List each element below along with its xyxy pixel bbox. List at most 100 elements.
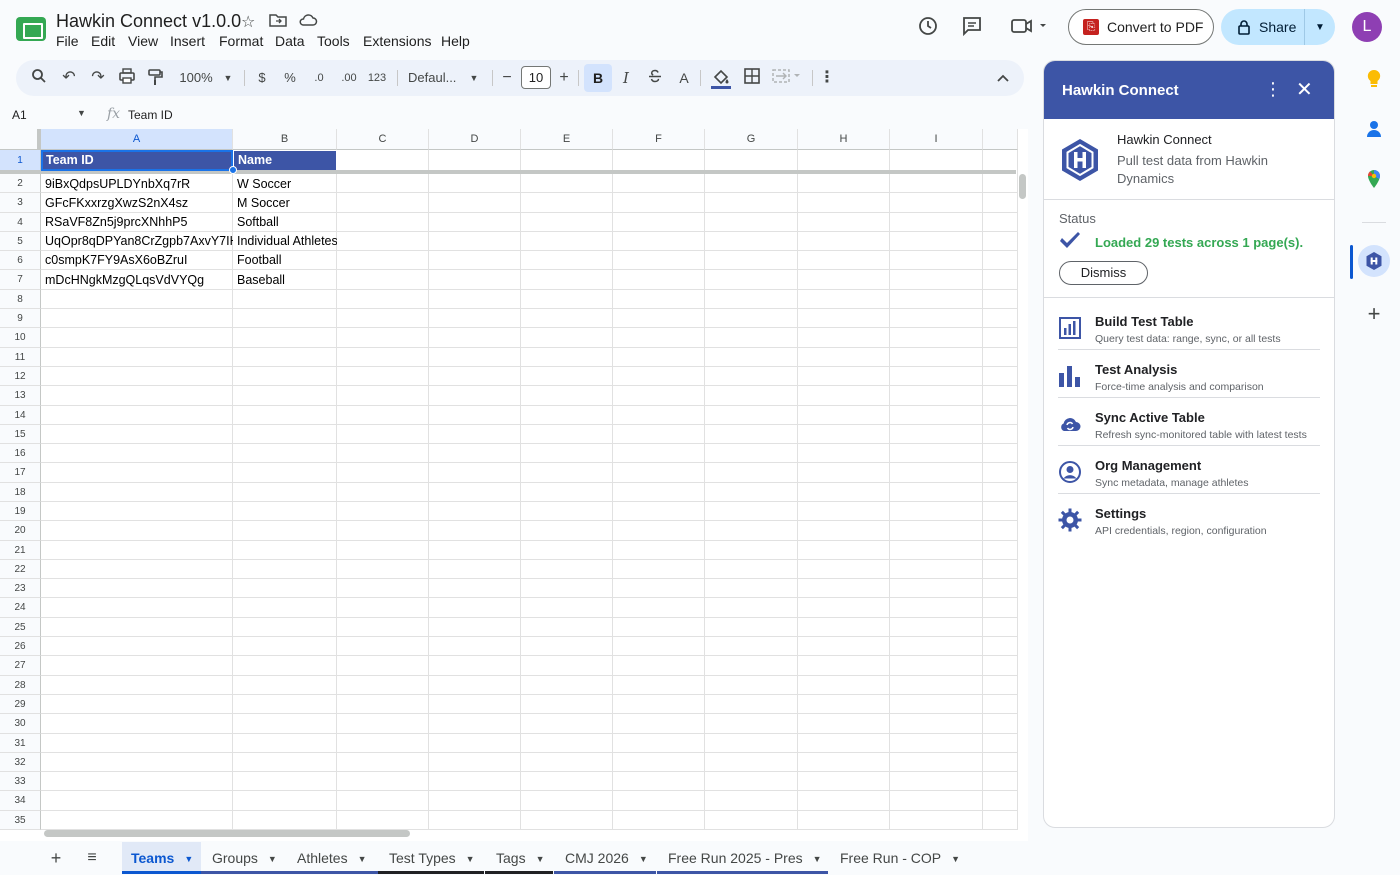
decrease-font-size-icon[interactable]: − [500, 68, 514, 88]
row-header[interactable]: 5 [0, 232, 41, 251]
sheet-tab-free-run-cop[interactable]: Free Run - COP ▼ [829, 842, 969, 874]
row-header[interactable]: 32 [0, 753, 41, 772]
row-header[interactable]: 2 [0, 174, 41, 193]
cell-b1[interactable]: Name [233, 150, 337, 171]
search-menus-icon[interactable] [30, 68, 48, 88]
column-header-h[interactable]: H [798, 129, 890, 150]
collapse-menus-icon[interactable] [994, 68, 1012, 88]
column-header-f[interactable]: F [613, 129, 705, 150]
add-sheet-icon[interactable]: + [48, 842, 64, 874]
fill-color-icon[interactable] [710, 68, 732, 89]
merge-cells-icon[interactable] [772, 68, 804, 88]
convert-to-pdf-button[interactable]: ⎘ Convert to PDF [1068, 9, 1214, 45]
sheet-tab-cmj-2026[interactable]: CMJ 2026 ▼ [554, 842, 656, 874]
percent-format-button[interactable]: % [282, 68, 298, 88]
row-header[interactable]: 31 [0, 734, 41, 753]
selection-fill-handle[interactable] [229, 166, 237, 174]
cell-b2[interactable]: W Soccer [233, 174, 337, 194]
row-header[interactable]: 4 [0, 213, 41, 232]
sheet-tab-teams[interactable]: Teams ▼ [122, 842, 201, 874]
more-formats-button[interactable]: 123 [366, 68, 388, 88]
chevron-down-icon[interactable]: ▼ [466, 854, 475, 864]
row-header[interactable]: 19 [0, 502, 41, 521]
font-dropdown-icon[interactable]: ▼ [467, 68, 481, 88]
row-header[interactable]: 26 [0, 637, 41, 656]
meet-icon[interactable] [1010, 15, 1050, 39]
redo-icon[interactable]: ↷ [89, 68, 107, 88]
increase-decimal-button[interactable]: .00 [336, 68, 362, 88]
row-header[interactable]: 24 [0, 598, 41, 618]
sheet-tab-groups[interactable]: Groups ▼ [201, 842, 286, 874]
column-header-a[interactable]: A [41, 129, 233, 150]
zoom-select[interactable]: 100% [176, 68, 216, 88]
move-folder-icon[interactable] [269, 12, 287, 33]
cloud-saved-icon[interactable] [298, 12, 318, 33]
row-header[interactable]: 14 [0, 406, 41, 425]
close-icon[interactable]: ✕ [1296, 77, 1313, 102]
horizontal-scrollbar[interactable] [44, 830, 410, 837]
row-header[interactable]: 23 [0, 579, 41, 598]
menu-tools[interactable]: Tools [317, 33, 350, 49]
cell-a5[interactable]: UqOpr8qDPYan8CrZgpb7AxvY7IH [41, 232, 233, 251]
row-header[interactable]: 33 [0, 772, 41, 791]
column-header-partial[interactable] [983, 129, 1018, 150]
comments-icon[interactable] [960, 15, 984, 39]
menu-insert[interactable]: Insert [170, 33, 205, 49]
row-header[interactable]: 1 [0, 150, 41, 171]
italic-button[interactable]: I [618, 68, 634, 88]
row-header[interactable]: 11 [0, 348, 41, 367]
select-all-corner[interactable] [0, 129, 41, 150]
share-dropdown-icon[interactable]: ▼ [1305, 22, 1335, 33]
column-header-b[interactable]: B [233, 129, 337, 150]
font-select[interactable]: Defaul... [408, 68, 464, 88]
column-header-g[interactable]: G [705, 129, 798, 150]
name-box-dropdown-icon[interactable]: ▼ [77, 108, 86, 118]
share-main[interactable]: Share [1221, 9, 1305, 45]
version-history-icon[interactable] [916, 15, 940, 39]
cell-b4[interactable]: Softball [233, 213, 337, 232]
menu-item-sync-active-table[interactable]: Sync Active Table Refresh sync-monitored… [1044, 398, 1334, 446]
dismiss-button[interactable]: Dismiss [1059, 261, 1148, 285]
name-box[interactable]: A1 [12, 108, 27, 122]
menu-view[interactable]: View [128, 33, 158, 49]
row-header[interactable]: 16 [0, 444, 41, 463]
increase-font-size-icon[interactable]: + [557, 68, 571, 88]
avatar[interactable]: L [1352, 12, 1382, 42]
cell-a6[interactable]: c0smpK7FY9AsX6oBZruI [41, 251, 233, 270]
row-header[interactable]: 3 [0, 193, 41, 213]
menu-file[interactable]: File [56, 33, 79, 49]
menu-item-test-analysis[interactable]: Test Analysis Force-time analysis and co… [1044, 350, 1334, 398]
contacts-icon[interactable] [1362, 118, 1386, 142]
column-header-c[interactable]: C [337, 129, 429, 150]
menu-item-settings[interactable]: Settings API credentials, region, config… [1044, 494, 1334, 542]
sheet-tab-free-run-2025-pres[interactable]: Free Run 2025 - Pres ▼ [657, 842, 828, 874]
row-header[interactable]: 29 [0, 695, 41, 714]
print-icon[interactable] [117, 68, 137, 88]
sidebar-more-icon[interactable]: ⋮ [1264, 79, 1282, 100]
vertical-scrollbar[interactable] [1019, 174, 1026, 199]
menu-edit[interactable]: Edit [91, 33, 115, 49]
row-header[interactable]: 9 [0, 309, 41, 328]
row-header[interactable]: 21 [0, 541, 41, 560]
cell-b7[interactable]: Baseball [233, 270, 337, 290]
hawkin-addon-icon[interactable] [1358, 245, 1390, 277]
chevron-down-icon[interactable]: ▼ [639, 854, 648, 864]
font-size-input[interactable]: 10 [521, 66, 551, 89]
currency-format-button[interactable]: $ [254, 68, 270, 88]
row-header[interactable]: 18 [0, 483, 41, 502]
column-header-i[interactable]: I [890, 129, 983, 150]
row-header[interactable]: 34 [0, 791, 41, 811]
formula-input[interactable]: Team ID [128, 108, 173, 122]
cell-b3[interactable]: M Soccer [233, 194, 337, 213]
chevron-down-icon[interactable]: ▼ [358, 854, 367, 864]
star-icon[interactable]: ☆ [241, 12, 255, 32]
undo-icon[interactable]: ↶ [60, 68, 78, 88]
cell-b5[interactable]: Individual Athletes [233, 232, 337, 251]
row-header[interactable]: 22 [0, 560, 41, 579]
cell-a2[interactable]: 9iBxQdpsUPLDYnbXq7rR [41, 174, 233, 194]
sheets-logo-icon[interactable] [16, 17, 46, 41]
row-header[interactable]: 10 [0, 328, 41, 348]
share-button[interactable]: Share ▼ [1221, 9, 1335, 45]
column-header-d[interactable]: D [429, 129, 521, 150]
strikethrough-icon[interactable] [646, 68, 664, 88]
